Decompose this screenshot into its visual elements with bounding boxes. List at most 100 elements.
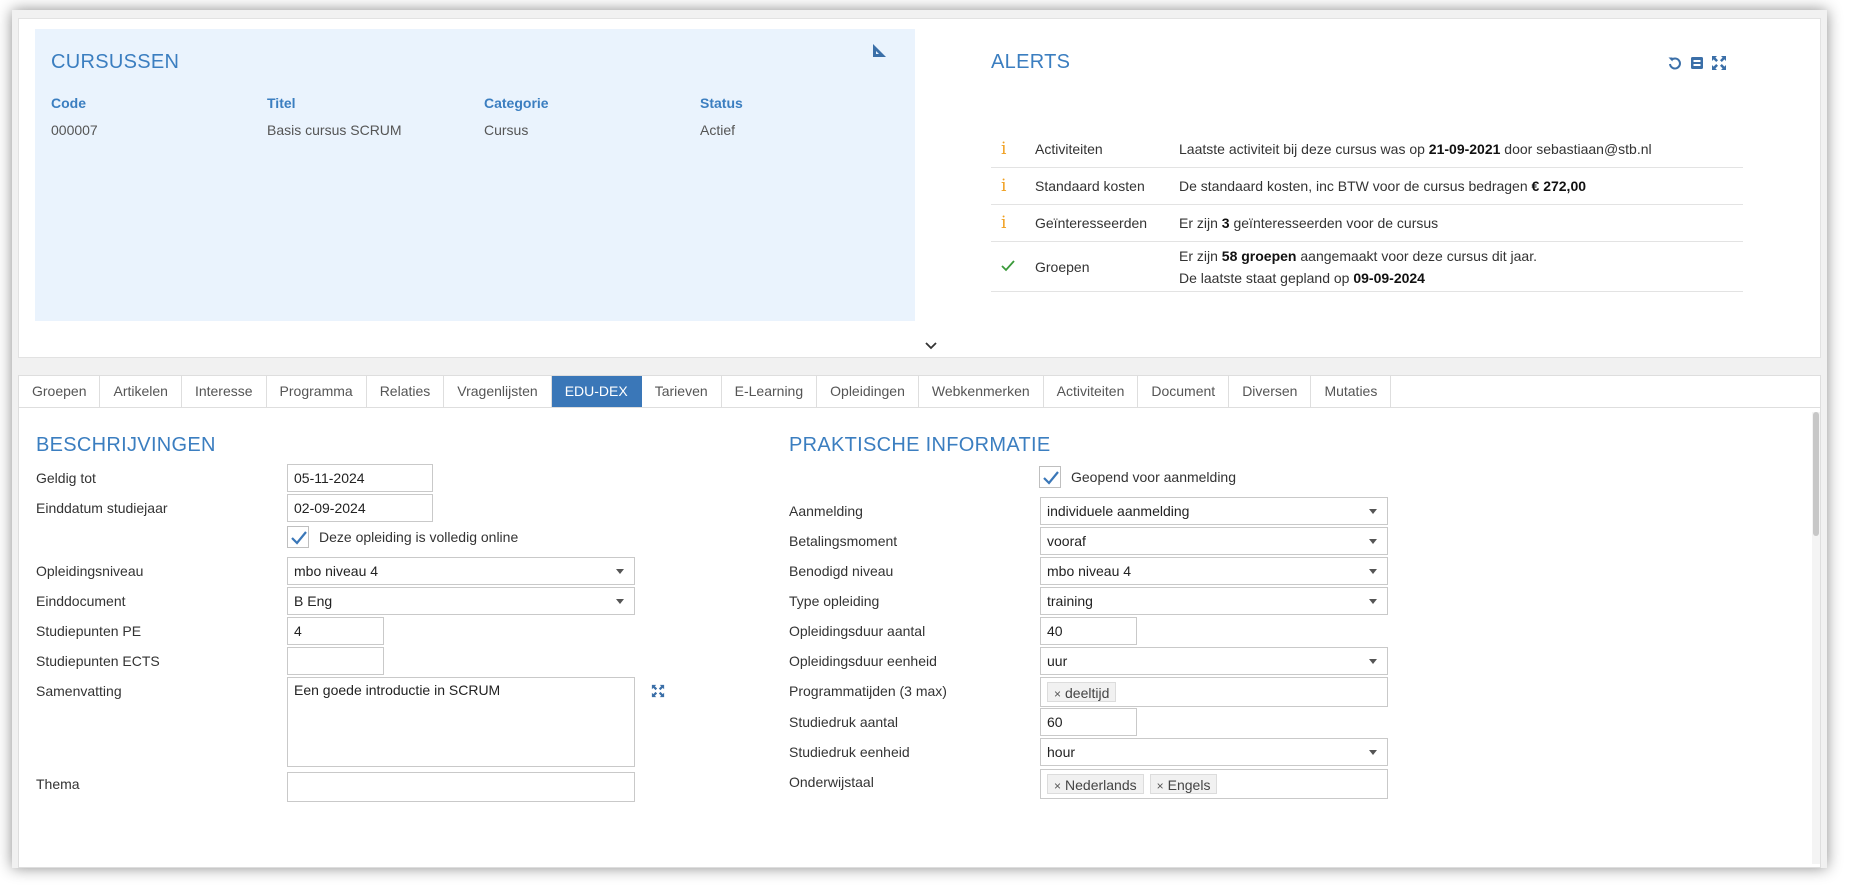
courses-panel: CURSUSSEN Code Titel Categorie Status 00… <box>35 29 915 321</box>
opleidingsduur-eenheid-label: Opleidingsduur eenheid <box>789 653 937 669</box>
aanmelding-label: Aanmelding <box>789 503 863 519</box>
alert-geinteresseerden: i Geïnteresseerden Er zijn 3 geïnteresse… <box>991 205 1743 242</box>
caret-down-icon <box>1369 659 1377 664</box>
checkmark-icon <box>291 531 307 545</box>
aanmelding-select[interactable]: individuele aanmelding <box>1040 497 1388 525</box>
studiedruk-eenheid-label: Studiedruk eenheid <box>789 744 910 760</box>
info-icon: i <box>1001 176 1007 196</box>
checkbox-box[interactable] <box>287 526 309 548</box>
courses-title: CURSUSSEN <box>51 51 180 73</box>
einddocument-label: Einddocument <box>36 593 126 609</box>
thema-tags[interactable] <box>287 772 635 802</box>
refresh-icon[interactable] <box>1667 55 1683 71</box>
einddatum-field[interactable]: 02-09-2024 <box>287 494 433 522</box>
samenvatting-textarea[interactable]: Een goede introductie in SCRUM <box>287 677 635 767</box>
geopend-checkbox[interactable]: Geopend voor aanmelding <box>1039 466 1236 488</box>
tab-interesse[interactable]: Interesse <box>182 376 267 407</box>
type-opleiding-label: Type opleiding <box>789 593 880 609</box>
tab-activiteiten[interactable]: Activiteiten <box>1044 376 1139 407</box>
tab-document[interactable]: Document <box>1138 376 1230 407</box>
einddocument-select[interactable]: B Eng <box>287 587 635 615</box>
studiedruk-aantal-label: Studiedruk aantal <box>789 714 898 730</box>
checkbox-box[interactable] <box>1039 466 1061 488</box>
tab-artikelen[interactable]: Artikelen <box>100 376 182 407</box>
tab-groepen[interactable]: Groepen <box>19 376 101 407</box>
studiepunten-pe-label: Studiepunten PE <box>36 623 142 639</box>
caret-down-icon <box>1369 599 1377 604</box>
table-row[interactable]: 000007 Basis cursus SCRUM Cursus Actief <box>51 122 900 138</box>
opleidingsniveau-select[interactable]: mbo niveau 4 <box>287 557 635 585</box>
tag-deeltijd[interactable]: × deeltijd <box>1047 682 1117 702</box>
tab-bar: Groepen Artikelen Interesse Programma Re… <box>18 375 1821 408</box>
type-opleiding-select[interactable]: training <box>1040 587 1388 615</box>
studiedruk-aantal-field[interactable]: 60 <box>1040 708 1137 736</box>
remove-tag-icon[interactable]: × <box>1054 687 1061 701</box>
courses-header-row: Code Titel Categorie Status <box>51 95 900 111</box>
expand-icon[interactable] <box>651 684 665 698</box>
samenvatting-label: Samenvatting <box>36 683 122 699</box>
col-categorie[interactable]: Categorie <box>484 95 700 111</box>
cell-code: 000007 <box>51 122 98 138</box>
alert-toolbar <box>1667 55 1727 71</box>
alert-message: Laatste activiteit bij deze cursus was o… <box>1179 140 1652 157</box>
tab-relaties[interactable]: Relaties <box>367 376 445 407</box>
tab-tarieven[interactable]: Tarieven <box>642 376 722 407</box>
online-checkbox[interactable]: Deze opleiding is volledig online <box>287 526 518 548</box>
onderwijstaal-tags[interactable]: × Nederlands × Engels <box>1040 769 1388 799</box>
col-status[interactable]: Status <box>700 95 900 111</box>
checkmark-icon <box>1043 471 1059 485</box>
studiepunten-ects-field[interactable] <box>287 647 384 675</box>
tab-opleidingen[interactable]: Opleidingen <box>817 376 919 407</box>
fullscreen-icon[interactable] <box>1711 55 1727 71</box>
programmatijden-label: Programmatijden (3 max) <box>789 683 947 699</box>
alert-label: Activiteiten <box>1035 141 1103 157</box>
remove-tag-icon[interactable]: × <box>1054 779 1061 793</box>
tab-e-learning[interactable]: E-Learning <box>722 376 818 407</box>
einddatum-label: Einddatum studiejaar <box>36 500 168 516</box>
opleidingsniveau-label: Opleidingsniveau <box>36 563 144 579</box>
studiepunten-pe-field[interactable]: 4 <box>287 617 384 645</box>
tab-diversen[interactable]: Diversen <box>1229 376 1312 407</box>
collapse-icon[interactable] <box>1689 55 1705 71</box>
praktische-informatie-title: PRAKTISCHE INFORMATIE <box>789 434 1051 456</box>
caret-down-icon <box>616 569 624 574</box>
alert-standaard-kosten: i Standaard kosten De standaard kosten, … <box>991 168 1743 205</box>
tab-programma[interactable]: Programma <box>267 376 367 407</box>
tab-edu-dex[interactable]: EDU-DEX <box>551 376 642 407</box>
scrollbar-thumb[interactable] <box>1813 412 1819 536</box>
tab-webkenmerken[interactable]: Webkenmerken <box>919 376 1044 407</box>
summary-card: CURSUSSEN Code Titel Categorie Status 00… <box>18 18 1821 358</box>
studiedruk-eenheid-select[interactable]: hour <box>1040 738 1388 766</box>
geldig-tot-field[interactable]: 05-11-2024 <box>287 464 433 492</box>
alert-activiteiten: i Activiteiten Laatste activiteit bij de… <box>991 131 1743 168</box>
remove-tag-icon[interactable]: × <box>1157 779 1164 793</box>
alert-message: Er zijn 3 geïnteresseerden voor de cursu… <box>1179 214 1439 231</box>
studiepunten-ects-label: Studiepunten ECTS <box>36 653 160 669</box>
opleidingsduur-aantal-field[interactable]: 40 <box>1040 617 1137 645</box>
col-code[interactable]: Code <box>51 95 267 111</box>
vertical-scrollbar[interactable] <box>1812 412 1820 864</box>
alert-label: Geïnteresseerden <box>1035 215 1148 231</box>
chevron-down-icon[interactable] <box>924 341 938 351</box>
col-titel[interactable]: Titel <box>267 95 484 111</box>
cell-categorie: Cursus <box>484 122 529 138</box>
betalingsmoment-select[interactable]: vooraf <box>1040 527 1388 555</box>
tag-engels[interactable]: × Engels <box>1149 774 1218 794</box>
caret-down-icon <box>1369 509 1377 514</box>
alert-label: Standaard kosten <box>1035 178 1145 194</box>
tag-nederlands[interactable]: × Nederlands <box>1047 774 1144 794</box>
alert-list: i Activiteiten Laatste activiteit bij de… <box>991 131 1743 292</box>
benodigd-niveau-select[interactable]: mbo niveau 4 <box>1040 557 1388 585</box>
thema-label: Thema <box>36 776 80 792</box>
programmatijden-tags[interactable]: × deeltijd <box>1040 677 1388 707</box>
caret-down-icon <box>616 599 624 604</box>
benodigd-niveau-label: Benodigd niveau <box>789 563 894 579</box>
onderwijstaal-label: Onderwijstaal <box>789 774 874 790</box>
tab-mutaties[interactable]: Mutaties <box>1311 376 1392 407</box>
alert-message: Er zijn 58 groepen aangemaakt voor deze … <box>1179 247 1537 286</box>
online-label: Deze opleiding is volledig online <box>319 529 519 545</box>
opleidingsduur-eenheid-select[interactable]: uur <box>1040 647 1388 675</box>
ruler-icon[interactable] <box>871 41 889 59</box>
tab-vragenlijsten[interactable]: Vragenlijsten <box>444 376 552 407</box>
opleidingsduur-aantal-label: Opleidingsduur aantal <box>789 623 926 639</box>
